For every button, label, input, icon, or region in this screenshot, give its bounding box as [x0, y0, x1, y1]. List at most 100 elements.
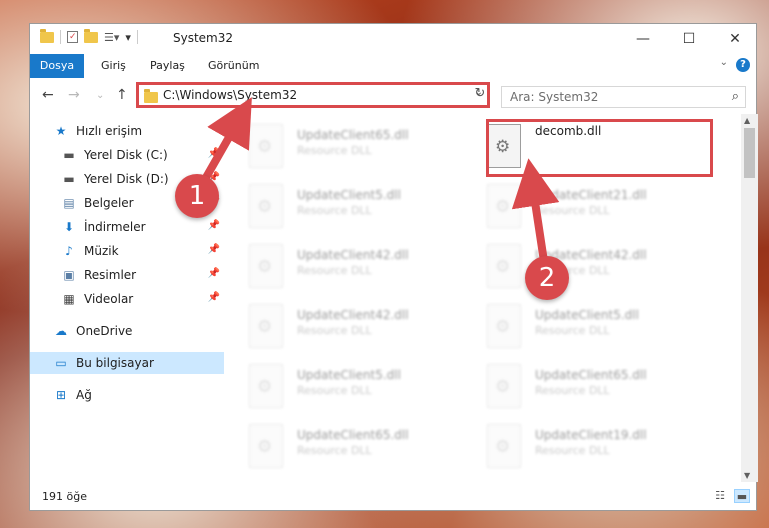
- customize-toolbar-dropdown-icon[interactable]: ▾: [125, 31, 131, 44]
- dll-file-icon: [487, 244, 521, 288]
- expand-ribbon-icon[interactable]: ⌄: [720, 57, 728, 68]
- sidebar-item-downloads[interactable]: ⬇ İndirmeler 📌: [30, 216, 224, 238]
- details-view-icon[interactable]: ☷: [712, 489, 728, 503]
- file-name: UpdateClient65.dll: [297, 128, 409, 142]
- list-item[interactable]: UpdateClient42.dll Resource DLL: [233, 298, 458, 354]
- file-type: Resource DLL: [297, 204, 372, 217]
- properties-icon[interactable]: ✓: [67, 31, 78, 43]
- close-button[interactable]: ✕: [712, 24, 758, 54]
- list-item[interactable]: UpdateClient65.dll Resource DLL: [471, 358, 696, 414]
- file-name: UpdateClient65.dll: [297, 428, 409, 442]
- sidebar-item-pictures[interactable]: ▣ Resimler 📌: [30, 264, 224, 286]
- sidebar-item-onedrive[interactable]: ☁ OneDrive: [30, 320, 224, 342]
- file-type: Resource DLL: [297, 324, 372, 337]
- refresh-icon[interactable]: ↻: [470, 84, 490, 104]
- tab-view[interactable]: Görünüm: [208, 54, 259, 78]
- quick-access-toolbar: ✓ ☰▾ ▾: [40, 28, 144, 44]
- file-type: Resource DLL: [535, 384, 610, 397]
- callout-step-1: 1: [175, 174, 219, 218]
- file-type: Resource DLL: [535, 444, 610, 457]
- pin-icon[interactable]: 📌: [208, 220, 220, 231]
- file-type: Resource DLL: [535, 204, 610, 217]
- scroll-down-icon[interactable]: ▼: [744, 471, 750, 480]
- list-item[interactable]: UpdateClient19.dll Resource DLL: [471, 418, 696, 474]
- ribbon-tabs: Dosya Giriş Paylaş Görünüm ⌄ ?: [30, 54, 756, 79]
- folder-icon: [144, 89, 158, 103]
- list-item[interactable]: UpdateClient5.dll Resource DLL: [233, 358, 458, 414]
- status-bar: 191 öğe ☷ ▬: [30, 484, 756, 510]
- scroll-up-icon[interactable]: ▲: [744, 116, 750, 125]
- sidebar-item-label: Resimler: [84, 268, 137, 282]
- large-icons-view-icon[interactable]: ▬: [734, 489, 750, 503]
- callout-step-2: 2: [525, 256, 569, 300]
- file-type: Resource DLL: [297, 384, 372, 397]
- window-title: System32: [173, 31, 234, 45]
- sidebar-item-videos[interactable]: ▦ Videolar 📌: [30, 288, 224, 310]
- file-name: UpdateClient42.dll: [297, 248, 409, 262]
- file-type: Resource DLL: [297, 144, 372, 157]
- recent-locations-chevron-icon[interactable]: ⌄: [96, 90, 104, 101]
- video-icon: ▦: [63, 292, 75, 306]
- tab-file[interactable]: Dosya: [30, 54, 84, 78]
- dll-file-icon: [487, 184, 521, 228]
- document-icon: ▤: [63, 196, 75, 210]
- list-item[interactable]: UpdateClient65.dll Resource DLL: [233, 118, 458, 174]
- pin-icon[interactable]: 📌: [208, 244, 220, 255]
- forward-arrow-icon[interactable]: →: [68, 87, 80, 103]
- back-arrow-icon[interactable]: ←: [42, 87, 54, 103]
- vertical-scrollbar[interactable]: ▲ ▼: [741, 114, 758, 482]
- dll-file-icon: [249, 124, 283, 168]
- dll-file-icon: [249, 244, 283, 288]
- download-icon: ⬇: [63, 220, 75, 234]
- dll-file-icon: [249, 184, 283, 228]
- list-item[interactable]: UpdateClient42.dll Resource DLL: [233, 238, 458, 294]
- search-box[interactable]: Ara: System32 ⌕: [501, 86, 746, 108]
- sidebar-item-this-pc[interactable]: ▭ Bu bilgisayar: [30, 352, 224, 374]
- maximize-button[interactable]: ☐: [666, 24, 712, 54]
- list-item[interactable]: UpdateClient5.dll Resource DLL: [471, 298, 696, 354]
- cloud-icon: ☁: [55, 324, 67, 338]
- list-item[interactable]: UpdateClient5.dll Resource DLL: [233, 178, 458, 234]
- dll-file-icon: [249, 424, 283, 468]
- help-button[interactable]: ?: [736, 58, 750, 72]
- address-path[interactable]: C:\Windows\System32: [163, 88, 297, 102]
- pin-icon[interactable]: 📌: [208, 268, 220, 279]
- dll-file-icon: [249, 364, 283, 408]
- tab-home[interactable]: Giriş: [101, 54, 126, 78]
- list-item[interactable]: UpdateClient42.dll Resource DLL: [471, 238, 696, 294]
- dll-file-icon: [487, 304, 521, 348]
- pin-icon[interactable]: 📌: [208, 292, 220, 303]
- file-name: UpdateClient42.dll: [297, 308, 409, 322]
- file-type: Resource DLL: [297, 444, 372, 457]
- sidebar-item-label: Bu bilgisayar: [76, 356, 154, 370]
- up-arrow-icon[interactable]: ↑: [116, 87, 128, 103]
- navigation-bar: ← → ⌄ ↑ C:\Windows\System32 ⌄ ↻ Ara: Sys…: [30, 78, 756, 114]
- drive-icon: ▬: [63, 148, 75, 162]
- file-name: UpdateClient19.dll: [535, 428, 647, 442]
- tab-share[interactable]: Paylaş: [150, 54, 185, 78]
- sidebar-item-local-disk-c[interactable]: ▬ Yerel Disk (C:) 📌: [30, 144, 224, 166]
- sidebar-item-music[interactable]: ♪ Müzik 📌: [30, 240, 224, 262]
- pin-icon[interactable]: 📌: [208, 148, 220, 159]
- title-bar: ✓ ☰▾ ▾ System32 — ☐ ✕: [30, 24, 756, 54]
- network-icon: ⊞: [55, 388, 67, 402]
- sidebar-item-quick-access[interactable]: ★ Hızlı erişim: [30, 120, 224, 142]
- toolbar-divider: [60, 30, 61, 44]
- customize-view-icon[interactable]: ☰▾: [104, 31, 119, 44]
- search-icon[interactable]: ⌕: [732, 89, 739, 104]
- sidebar-item-network[interactable]: ⊞ Ağ: [30, 384, 224, 406]
- search-input[interactable]: Ara: System32: [510, 90, 598, 104]
- file-name: UpdateClient5.dll: [535, 308, 639, 322]
- minimize-button[interactable]: —: [620, 24, 666, 54]
- list-item[interactable]: UpdateClient65.dll Resource DLL: [233, 418, 458, 474]
- address-bar[interactable]: C:\Windows\System32 ⌄: [136, 82, 490, 108]
- scrollbar-thumb[interactable]: [744, 128, 755, 178]
- new-folder-icon[interactable]: [84, 28, 98, 43]
- music-icon: ♪: [65, 244, 73, 258]
- star-icon: ★: [55, 124, 67, 138]
- toolbar-divider: [136, 30, 138, 44]
- sidebar-item-label: OneDrive: [76, 324, 133, 338]
- picture-icon: ▣: [63, 268, 75, 282]
- file-explorer-window: ✓ ☰▾ ▾ System32 — ☐ ✕ Dosya Giriş Paylaş…: [29, 23, 758, 511]
- list-item[interactable]: UpdateClient21.dll Resource DLL: [471, 178, 696, 234]
